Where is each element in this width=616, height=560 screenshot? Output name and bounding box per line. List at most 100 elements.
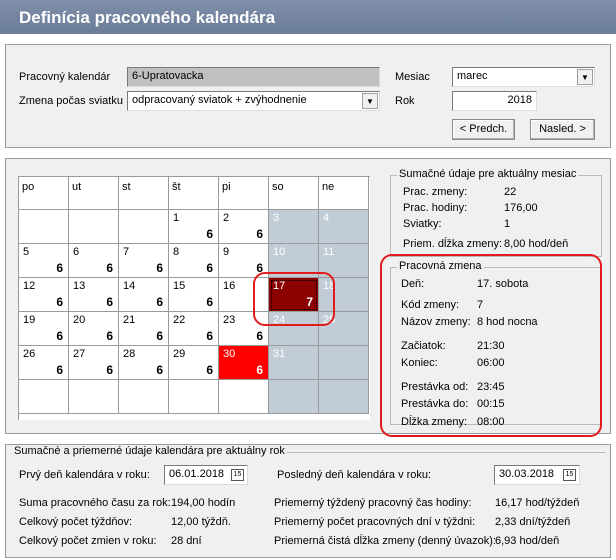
- calendar-icon[interactable]: 15: [563, 469, 576, 481]
- year-input[interactable]: 2018: [452, 91, 537, 111]
- calendar-day-number: 26: [23, 348, 36, 360]
- calendar-day-hours: 6: [156, 295, 163, 309]
- calendar-day-hours: 6: [256, 261, 263, 275]
- calendar-day-cell[interactable]: 96: [219, 244, 269, 278]
- calendar-day-cell[interactable]: 15 6: [169, 278, 219, 312]
- calendar-day-cell: [319, 346, 369, 380]
- next-month-button[interactable]: Nasled. >: [530, 119, 595, 140]
- calendar-day-number: 15: [173, 280, 186, 292]
- calendar-day-hours: 6: [206, 261, 213, 275]
- month-summary-group: Sumačné údaje pre aktuálny mesiac Prac. …: [390, 168, 602, 257]
- year-label: Rok: [395, 95, 415, 107]
- calendar-field[interactable]: 6-Upratovacka: [127, 67, 380, 87]
- calendar-day-cell[interactable]: 11: [319, 244, 369, 278]
- calendar-day-cell[interactable]: 14 6: [119, 278, 169, 312]
- calendar-day-cell[interactable]: 27 6: [69, 346, 119, 380]
- window-title: Definícia pracovného kalendára: [0, 0, 616, 34]
- calendar-day-hours: 6: [56, 261, 63, 275]
- calendar-day-cell[interactable]: 21 6: [119, 312, 169, 346]
- calendar-day-hours: 6: [256, 363, 263, 377]
- calendar-day-cell[interactable]: 16: [219, 278, 269, 312]
- calendar-day-number: 23: [223, 314, 236, 326]
- calendar-header-2: st: [119, 177, 169, 210]
- calendar-day-cell[interactable]: 31: [269, 346, 319, 380]
- calendar-day-hours: 6: [256, 329, 263, 343]
- calendar-day-cell[interactable]: 56: [19, 244, 69, 278]
- month-summary-label: Prac. hodiny:: [403, 202, 468, 214]
- last-day-input[interactable]: 30.03.2018 15: [494, 465, 580, 485]
- calendar-label: Pracovný kalendár: [19, 71, 111, 83]
- calendar-icon[interactable]: 15: [231, 469, 244, 481]
- calendar-day-cell: [19, 380, 69, 414]
- calendar-day-cell[interactable]: 24: [269, 312, 319, 346]
- calendar-day-hours: 6: [156, 261, 163, 275]
- chevron-down-icon[interactable]: ▼: [577, 69, 593, 85]
- calendar-day-number: 3: [273, 212, 280, 224]
- month-label: Mesiac: [395, 71, 430, 83]
- calendar-day-number: 31: [273, 348, 286, 360]
- calendar-day-cell[interactable]: 86: [169, 244, 219, 278]
- calendar-day-hours: 6: [156, 363, 163, 377]
- chevron-down-icon[interactable]: ▼: [362, 93, 378, 109]
- calendar-day-hours: 6: [256, 227, 263, 241]
- calendar-day-number: 19: [23, 314, 36, 326]
- calendar-day-number: 11: [323, 246, 335, 258]
- month-select-value: marec: [457, 70, 488, 82]
- shift-detail-title: Pracovná zmena: [397, 260, 484, 272]
- year-stat-label: Celkový počet zmien v roku:: [19, 535, 157, 547]
- calendar-day-cell[interactable]: 20 6: [69, 312, 119, 346]
- calendar-day-cell[interactable]: 22 6: [169, 312, 219, 346]
- calendar-day-number: 22: [173, 314, 186, 326]
- calendar-day-number: 5: [23, 246, 30, 258]
- month-summary-title: Sumačné údaje pre aktuálny mesiac: [397, 168, 579, 180]
- calendar-day-cell: [219, 380, 269, 414]
- calendar-day-cell[interactable]: 13 6: [69, 278, 119, 312]
- calendar-day-cell[interactable]: 28 6: [119, 346, 169, 380]
- shift-value: 23:45: [477, 381, 505, 393]
- calendar-day-number: 16: [223, 280, 236, 292]
- calendar-day-hours: 6: [106, 261, 113, 275]
- calendar-day-number: 2: [223, 212, 230, 224]
- calendar-day-cell[interactable]: 23 6: [219, 312, 269, 346]
- calendar-day-cell[interactable]: 12 6: [19, 278, 69, 312]
- calendar-day-cell[interactable]: 17 7: [269, 278, 319, 312]
- calendar-day-cell[interactable]: 18: [319, 278, 369, 312]
- calendar-day-cell[interactable]: 10: [269, 244, 319, 278]
- shift-value: 00:15: [477, 398, 505, 410]
- calendar-day-cell[interactable]: 3: [269, 210, 319, 244]
- calendar-day-number: 27: [73, 348, 86, 360]
- holiday-select[interactable]: odpracovaný sviatok + zvýhodnenie ▼: [127, 91, 380, 111]
- calendar-day-cell[interactable]: 26 6: [19, 346, 69, 380]
- last-day-label: Posledný deň kalendára v roku:: [277, 469, 432, 481]
- month-select[interactable]: marec ▼: [452, 67, 595, 87]
- month-summary-value: 8,00 hod/deň: [504, 238, 569, 250]
- calendar-day-cell[interactable]: 25: [319, 312, 369, 346]
- calendar-day-cell[interactable]: 30 6: [219, 346, 269, 380]
- prev-month-button[interactable]: < Predch.: [452, 119, 515, 140]
- month-summary-value: 22: [504, 186, 517, 198]
- calendar-day-cell[interactable]: 16: [169, 210, 219, 244]
- shift-label: Začiatok:: [401, 340, 446, 352]
- year-stat-value: 6,93 hod/deň: [495, 535, 560, 547]
- year-summary-panel: Sumačné a priemerné údaje kalendára pre …: [5, 444, 611, 558]
- calendar-day-cell[interactable]: 66: [69, 244, 119, 278]
- calendar-day-number: 25: [323, 314, 336, 326]
- month-summary-label: Prac. zmeny:: [403, 186, 468, 198]
- calendar-day-number: 20: [73, 314, 86, 326]
- calendar-day-hours: 6: [206, 295, 213, 309]
- shift-label: Prestávka od:: [401, 381, 469, 393]
- calendar-day-cell[interactable]: 76: [119, 244, 169, 278]
- calendar-day-number: 24: [273, 314, 286, 326]
- calendar-day-hours: 6: [106, 363, 113, 377]
- year-stat-value: 16,17 hod/týždeň: [495, 497, 580, 509]
- first-day-input[interactable]: 06.01.2018 15: [164, 465, 248, 485]
- year-stat-label: Priemerný počet pracovných dní v týždni:: [274, 516, 476, 528]
- shift-label: Koniec:: [401, 357, 438, 369]
- calendar-header-0: po: [19, 177, 69, 210]
- calendar-day-cell[interactable]: 26: [219, 210, 269, 244]
- calendar-day-cell[interactable]: 4: [319, 210, 369, 244]
- calendar-day-cell[interactable]: 19 6: [19, 312, 69, 346]
- calendar-day-cell[interactable]: 29 6: [169, 346, 219, 380]
- shift-value: 17. sobota: [477, 278, 529, 290]
- calendar-day-number: 7: [123, 246, 130, 258]
